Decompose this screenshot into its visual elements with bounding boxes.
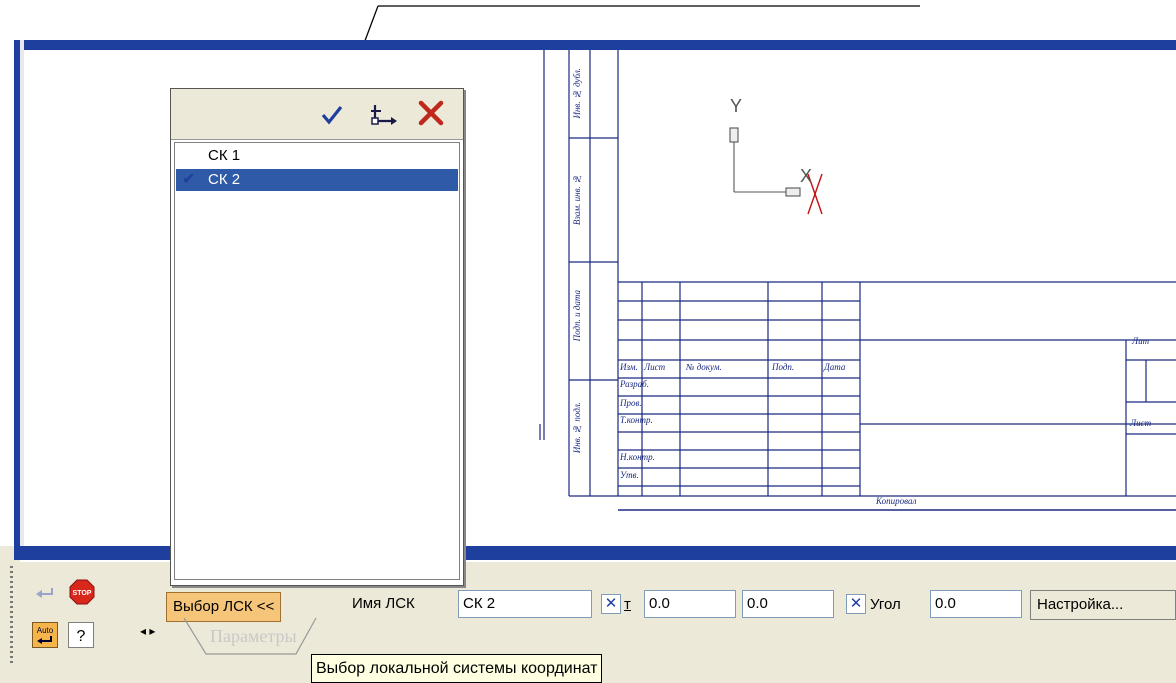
checkmark-icon[interactable] — [317, 99, 347, 129]
x-lock-checkbox[interactable]: ✕ — [601, 594, 621, 614]
stamp-col-list: Лист — [644, 362, 666, 372]
tab-parameters[interactable]: Параметры — [210, 626, 297, 647]
panel-grip[interactable] — [10, 566, 13, 666]
list-item-label: СК 2 — [208, 171, 241, 188]
axes-icon[interactable] — [367, 99, 397, 129]
stamp-row-utv: Утв. — [620, 470, 639, 480]
stamp-row-nkontr: Н.контр. — [620, 452, 655, 462]
x-coord-field[interactable]: 0.0 — [644, 590, 736, 618]
stamp-col-sign: Подп. — [772, 362, 795, 372]
list-item-selected[interactable]: ✔ СК 2 — [176, 169, 458, 191]
y-coord-field[interactable]: 0.0 — [742, 590, 834, 618]
checkmark-icon: ✔ — [182, 171, 196, 188]
stamp-row-razrab: Разраб. — [620, 379, 649, 389]
list-item[interactable]: СК 1 — [176, 145, 458, 167]
settings-button[interactable]: Настройка... — [1030, 590, 1176, 620]
stamp-col-izm: Изм. — [620, 362, 638, 372]
stamp-row-tkontr: Т.контр. — [620, 415, 653, 425]
lsk-chooser-popup: СК 1 ✔ СК 2 — [170, 88, 464, 586]
angle-label: Угол — [870, 596, 901, 613]
stamp-list-label: Лист — [1130, 418, 1152, 428]
stamp-lit-label: Лит — [1132, 336, 1150, 346]
tab-scroll-arrows[interactable]: ◂ ▸ — [140, 624, 155, 638]
axis-y-label: Y — [730, 96, 743, 116]
stamp-kopiroval: Копировал — [876, 496, 917, 506]
stop-icon[interactable]: STOP — [68, 578, 95, 605]
svg-text:?: ? — [77, 628, 86, 645]
x-coord-label: т — [624, 596, 631, 613]
stamp-col-date: Дата — [824, 362, 846, 372]
angle-lock-checkbox[interactable]: ✕ — [846, 594, 866, 614]
side-label-podp-data: Подп. и дата — [572, 290, 582, 342]
svg-text:Auto: Auto — [37, 626, 54, 635]
side-label-vzam-inv: Взам. инв. № — [572, 174, 582, 226]
name-lsk-field[interactable]: СК 2 — [458, 590, 592, 618]
list-item-label: СК 1 — [208, 147, 241, 164]
popup-header — [171, 89, 463, 140]
side-label-inv-dubl: Инв. № дубл. — [572, 68, 582, 119]
close-icon[interactable] — [415, 97, 447, 129]
tooltip: Выбор локальной системы координат — [311, 654, 603, 683]
name-lsk-label: Имя ЛСК — [352, 595, 415, 612]
stamp-row-prov: Пров. — [620, 398, 642, 408]
axis-x-label: X — [800, 166, 813, 186]
auto-create-icon[interactable]: Auto — [32, 622, 58, 648]
angle-field[interactable]: 0.0 — [930, 590, 1022, 618]
enter-arrow-icon[interactable] — [32, 580, 58, 606]
svg-text:STOP: STOP — [73, 590, 92, 597]
help-icon[interactable]: ? — [68, 622, 94, 648]
stamp-col-doc: № докум. — [686, 362, 722, 372]
side-label-inv-podl: Инв. № подл. — [572, 402, 582, 454]
lsk-list[interactable]: СК 1 ✔ СК 2 — [174, 142, 460, 580]
